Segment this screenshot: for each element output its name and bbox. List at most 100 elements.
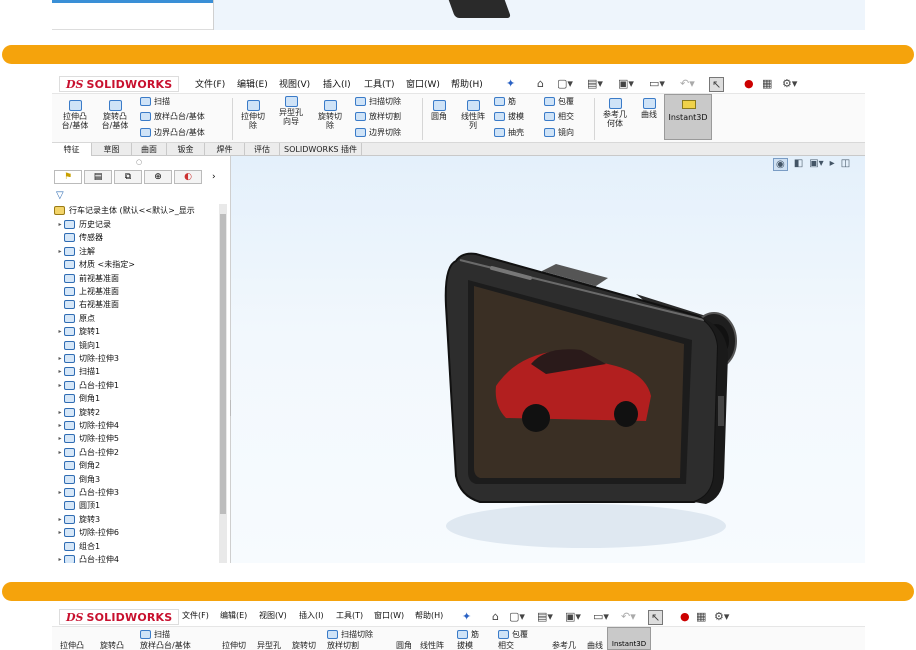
new-document-icon[interactable]: ▢▾	[557, 77, 573, 90]
tree-item[interactable]: ▸ 旋转1	[56, 325, 100, 338]
revolve-boss-bottom[interactable]: 旋转凸	[100, 640, 124, 650]
print-icon[interactable]: ▭▾	[649, 77, 665, 90]
menu-view-bottom[interactable]: 视图(V)	[259, 610, 287, 621]
tab-weldments[interactable]: 焊件	[205, 143, 245, 156]
tree-item[interactable]: ▸ 历史记录	[56, 218, 111, 231]
intersect-button[interactable]: 相交	[544, 111, 574, 122]
expand-arrow-icon[interactable]: ▸	[56, 409, 64, 416]
undo-icon-bottom[interactable]: ↶▾	[621, 610, 636, 623]
fillet-bottom[interactable]: 圆角	[396, 640, 412, 650]
view-settings-icon[interactable]: ▸	[830, 158, 835, 171]
save-icon[interactable]: ▣▾	[618, 77, 634, 90]
menu-edit[interactable]: 编辑(E)	[237, 77, 268, 90]
expand-arrow-icon[interactable]: ▸	[56, 449, 64, 456]
tree-item[interactable]: 材质 <未指定>	[56, 258, 135, 271]
hole-wizard-bottom[interactable]: 异型孔	[257, 640, 281, 650]
expand-arrow-icon[interactable]: ▸	[56, 516, 64, 523]
fillet-button[interactable]: 圆角	[426, 100, 452, 121]
draft-bottom[interactable]: 拔模	[457, 640, 473, 650]
tree-item[interactable]: ▸ 旋转2	[56, 406, 100, 419]
options-gear-icon-bottom[interactable]: ⚙▾	[714, 610, 729, 623]
shell-button[interactable]: 抽壳	[494, 127, 524, 138]
expand-arrow-icon[interactable]: ▸	[56, 529, 64, 536]
loft-cut-button[interactable]: 放样切割	[355, 111, 401, 122]
menu-edit-bottom[interactable]: 编辑(E)	[220, 610, 247, 621]
ref-geometry-bottom[interactable]: 参考几	[552, 640, 576, 650]
options-gear-icon[interactable]: ⚙▾	[782, 77, 797, 90]
property-manager-tab-icon[interactable]: ▤	[84, 170, 112, 184]
configuration-manager-tab-icon[interactable]: ⧉	[114, 170, 142, 184]
open-icon[interactable]: ▤▾	[587, 77, 603, 90]
extrude-boss-bottom[interactable]: 拉伸凸	[60, 640, 84, 650]
select-icon[interactable]: ↖	[709, 77, 725, 92]
expand-arrow-icon[interactable]: ▸	[56, 489, 64, 496]
tree-item[interactable]: ▸ 凸台-拉伸2	[56, 446, 119, 459]
rib-button[interactable]: 筋	[494, 96, 516, 107]
extrude-boss-button[interactable]: 拉伸凸 台/基体	[58, 100, 92, 130]
instant3d-button[interactable]: Instant3D	[664, 94, 712, 140]
feature-manager-tab-icon[interactable]: ⚑	[54, 170, 82, 184]
sweep-button[interactable]: 扫描	[140, 96, 170, 107]
tree-item[interactable]: 镜向1	[56, 339, 100, 352]
home-icon-bottom[interactable]: ⌂	[492, 610, 499, 623]
file-properties-icon-bottom[interactable]: ▦	[696, 610, 706, 623]
wrap-button-bottom[interactable]: 包覆	[498, 629, 528, 640]
menu-file[interactable]: 文件(F)	[195, 77, 225, 90]
sweep-cut-button-bottom[interactable]: 扫描切除	[327, 629, 373, 640]
tab-sheet-metal[interactable]: 钣金	[167, 143, 205, 156]
undo-icon[interactable]: ↶▾	[680, 77, 695, 90]
expand-arrow-icon[interactable]: ▸	[56, 328, 64, 335]
tab-solidworks-addins[interactable]: SOLIDWORKS 插件	[280, 143, 362, 156]
wrap-button[interactable]: 包覆	[544, 96, 574, 107]
revolve-boss-button[interactable]: 旋转凸 台/基体	[98, 100, 132, 130]
panel-tabs-more-icon[interactable]: ›	[212, 170, 216, 184]
hide-show-icon[interactable]: ◫	[841, 158, 850, 171]
curves-button[interactable]: 曲线	[636, 98, 662, 119]
boundary-cut-button[interactable]: 边界切除	[355, 127, 401, 138]
file-properties-icon[interactable]: ▦	[762, 77, 772, 90]
section-view-icon[interactable]: ◧	[794, 158, 803, 171]
menu-window-bottom[interactable]: 窗口(W)	[374, 610, 404, 621]
tree-item[interactable]: 圆顶1	[56, 499, 100, 512]
view-orientation-icon[interactable]: ◉	[773, 158, 788, 171]
open-icon-bottom[interactable]: ▤▾	[537, 610, 553, 623]
dashcam-model[interactable]	[436, 246, 756, 563]
expand-arrow-icon[interactable]: ▸	[56, 368, 64, 375]
tab-features[interactable]: 特征	[52, 143, 92, 156]
tree-item[interactable]: ▸ 凸台-拉伸3	[56, 486, 119, 499]
tree-item[interactable]: 倒角2	[56, 459, 100, 472]
menu-window[interactable]: 窗口(W)	[406, 77, 440, 90]
tree-item[interactable]: ▸ 注解	[56, 245, 95, 258]
tree-item[interactable]: 倒角3	[56, 473, 100, 486]
display-manager-tab-icon[interactable]: ◐	[174, 170, 202, 184]
print-icon-bottom[interactable]: ▭▾	[593, 610, 609, 623]
rebuild-icon-bottom[interactable]: ●	[680, 610, 690, 623]
rebuild-icon[interactable]: ●	[744, 77, 754, 90]
display-style-icon[interactable]: ▣▾	[809, 158, 823, 171]
intersect-bottom[interactable]: 相交	[498, 640, 514, 650]
tree-scrollbar-thumb[interactable]	[220, 214, 226, 514]
sweep-button-bottom[interactable]: 扫描	[140, 629, 170, 640]
expand-arrow-icon[interactable]: ▸	[56, 435, 64, 442]
tree-item[interactable]: 原点	[56, 312, 95, 325]
tree-item[interactable]: ▸ 切除-拉伸6	[56, 526, 119, 539]
instant3d-button-bottom[interactable]: Instant3D	[607, 627, 651, 650]
revolve-cut-button[interactable]: 旋转切 除	[313, 100, 347, 130]
tree-item[interactable]: ▸ 扫描1	[56, 365, 100, 378]
tree-item[interactable]: 倒角1	[56, 392, 100, 405]
tab-surfaces[interactable]: 曲面	[132, 143, 167, 156]
tab-evaluate[interactable]: 评估	[245, 143, 280, 156]
boundary-button[interactable]: 边界凸台/基体	[140, 127, 205, 138]
mirror-button[interactable]: 镜向	[544, 127, 574, 138]
draft-button[interactable]: 拔模	[494, 111, 524, 122]
tree-item[interactable]: 前视基准面	[56, 272, 119, 285]
select-icon-bottom[interactable]: ↖	[648, 610, 664, 625]
loft-cut-bottom[interactable]: 放样切割	[327, 640, 359, 650]
pin-icon-bottom[interactable]: ✦	[462, 610, 471, 623]
menu-view[interactable]: 视图(V)	[279, 77, 310, 90]
tree-item[interactable]: ▸ 旋转3	[56, 513, 100, 526]
menu-tools-bottom[interactable]: 工具(T)	[336, 610, 363, 621]
sweep-cut-button[interactable]: 扫描切除	[355, 96, 401, 107]
tree-scrollbar[interactable]	[219, 204, 227, 563]
tree-item[interactable]: ▸ 切除-拉伸3	[56, 352, 119, 365]
